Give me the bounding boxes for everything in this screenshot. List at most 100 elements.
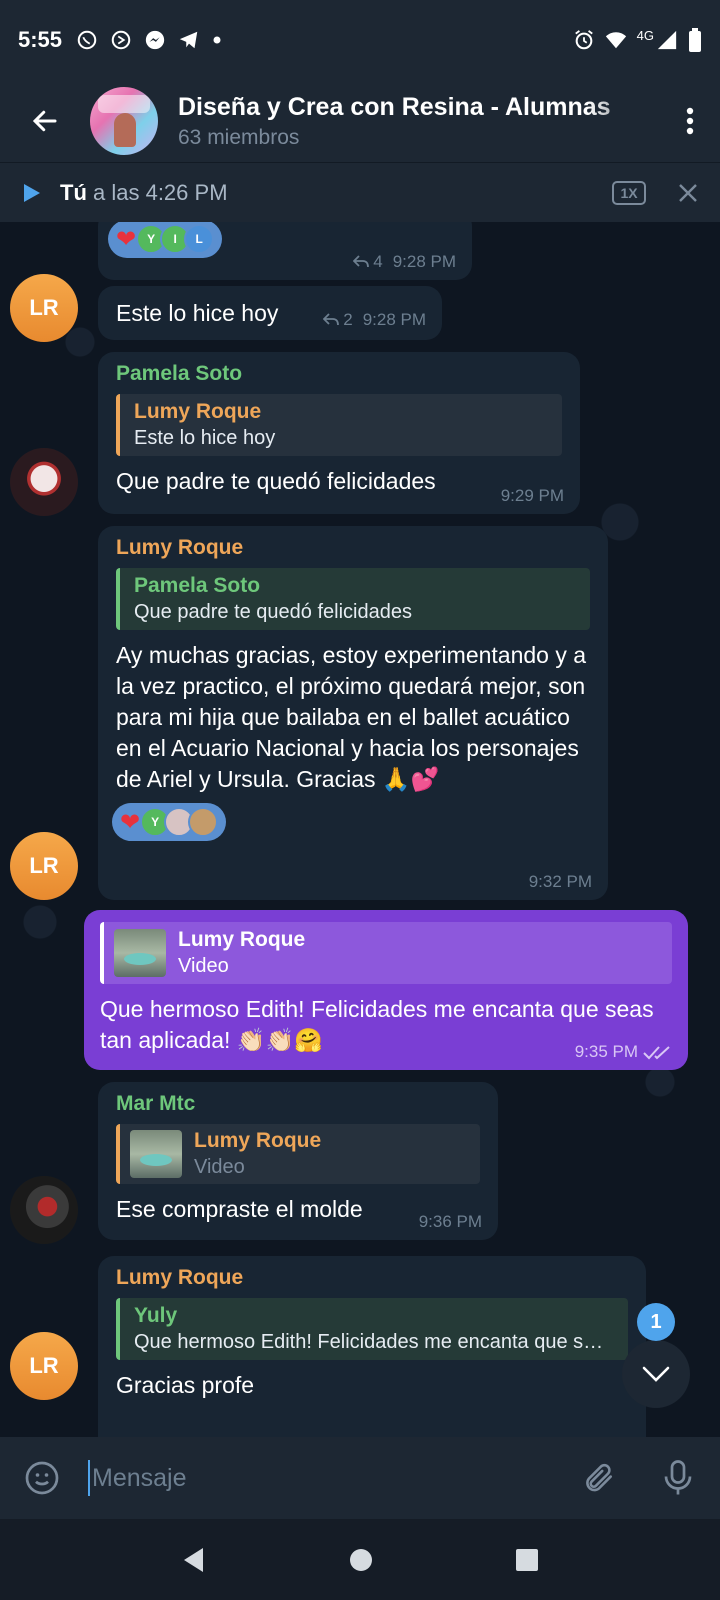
message-time: 9:32 PM: [528, 872, 592, 891]
message-list[interactable]: ❤ Y I L 4 9:28 PM LR Este lo hice hoy 2 …: [0, 222, 720, 1437]
wifi-icon: [605, 32, 626, 49]
dot-icon: [213, 36, 221, 44]
message-time: 9:35 PM: [574, 1042, 638, 1061]
reply-name: Pamela Soto: [134, 574, 261, 597]
play-icon[interactable]: [20, 182, 42, 204]
microphone-icon: [664, 1460, 692, 1495]
avatar[interactable]: [10, 448, 78, 516]
emoji-button[interactable]: [22, 1458, 62, 1498]
notification-icons: [76, 29, 222, 51]
member-count: 63 miembros: [178, 125, 300, 149]
reply-arrow-icon: [323, 313, 340, 326]
message-bubble[interactable]: Pamela Soto Lumy Roque Este lo hice hoy …: [98, 352, 580, 514]
messenger-icon: [145, 30, 165, 50]
emoji-icon: [25, 1461, 59, 1495]
video-thumbnail: [130, 1130, 182, 1178]
reply-text: Este lo hice hoy: [134, 427, 276, 449]
double-check-icon: [643, 1046, 670, 1060]
message-meta: 9:36 PM: [419, 1212, 482, 1232]
message-meta: 9:32 PM: [529, 872, 592, 892]
system-icons: 4G: [573, 28, 702, 52]
message-meta: 9:29 PM: [501, 486, 564, 506]
voice-record-button[interactable]: [658, 1458, 698, 1498]
telegram-icon: [179, 31, 198, 49]
message-bubble[interactable]: ❤ Y I L 4 9:28 PM: [98, 222, 472, 280]
reply-preview[interactable]: Lumy Roque Este lo hice hoy: [116, 394, 562, 456]
home-nav-icon[interactable]: [349, 1548, 373, 1572]
message-meta: 2 9:28 PM: [323, 310, 426, 330]
more-options-button[interactable]: [660, 80, 720, 162]
sender-name[interactable]: Pamela Soto: [116, 362, 562, 386]
avatar[interactable]: [10, 1176, 78, 1244]
reply-count: 2: [343, 310, 353, 329]
heart-reaction-icon: ❤: [120, 808, 141, 836]
message-bubble[interactable]: Mar Mtc Lumy Roque Video Ese compraste e…: [98, 1082, 498, 1240]
close-icon[interactable]: [676, 181, 700, 205]
message-bubble[interactable]: Este lo hice hoy 2 9:28 PM: [98, 286, 442, 340]
reply-preview[interactable]: Pamela Soto Que padre te quedó felicidad…: [116, 568, 590, 630]
alarm-icon: [574, 30, 593, 50]
heart-reaction-icon: ❤: [116, 225, 137, 253]
reply-text: Que padre te quedó felicidades: [134, 601, 412, 623]
scroll-down-button[interactable]: [622, 1340, 690, 1408]
whatsapp-icon: [77, 30, 97, 50]
message-composer[interactable]: [0, 1437, 720, 1519]
arrow-left-icon: [32, 110, 57, 132]
attach-button[interactable]: [578, 1458, 618, 1498]
group-avatar[interactable]: [90, 87, 158, 155]
message-bubble-outgoing[interactable]: Lumy Roque Video Que hermoso Edith! Feli…: [84, 910, 688, 1070]
reply-preview[interactable]: Lumy Roque Video: [100, 922, 672, 984]
reply-name: Lumy Roque: [194, 1129, 322, 1152]
reactions-bar[interactable]: ❤ Y I L: [108, 222, 223, 258]
reply-text: Video: [178, 955, 229, 977]
reply-text: Que hermoso Edith! Felicidades me encant…: [134, 1331, 614, 1353]
message-input[interactable]: [88, 1460, 578, 1496]
recents-nav-icon[interactable]: [515, 1548, 539, 1572]
avatar[interactable]: LR: [10, 1332, 78, 1400]
system-nav-bar: [0, 1519, 720, 1600]
video-thumbnail: [114, 929, 166, 977]
status-bar: 5:55 4G: [0, 0, 720, 80]
status-time: 5:55: [18, 27, 63, 52]
message-text: Que padre te quedó felicidades: [116, 468, 436, 494]
message-time: 9:28 PM: [362, 310, 426, 329]
message-text: Gracias profe: [116, 1372, 255, 1398]
playback-time: a las 4:26 PM: [86, 179, 228, 205]
sender-name[interactable]: Lumy Roque: [116, 1266, 628, 1290]
back-nav-icon[interactable]: [181, 1546, 207, 1574]
header-text[interactable]: Diseña y Crea con Resina - Alumnas 63 mi…: [178, 93, 660, 150]
app-icon: [111, 30, 131, 50]
reply-name: Yuly: [134, 1304, 178, 1327]
avatar[interactable]: LR: [10, 832, 78, 900]
playback-speed-button[interactable]: 1X: [612, 180, 646, 205]
sender-name[interactable]: Lumy Roque: [116, 536, 590, 560]
back-button[interactable]: [0, 80, 90, 162]
message-meta: 9:35 PM: [575, 1042, 672, 1062]
message-bubble[interactable]: Lumy Roque Yuly Que hermoso Edith! Felic…: [98, 1256, 646, 1437]
chat-title: Diseña y Crea con Resina - Alumnas: [178, 92, 611, 121]
sender-name[interactable]: Mar Mtc: [116, 1092, 480, 1116]
avatar[interactable]: LR: [10, 274, 78, 342]
reactions-bar[interactable]: ❤ Y: [112, 803, 227, 841]
message-text: Este lo hice hoy: [116, 300, 279, 326]
playback-author: Tú: [60, 179, 87, 205]
message-text: Ay muchas gracias, estoy experimentando …: [116, 642, 587, 792]
paperclip-icon: [586, 1463, 613, 1492]
battery-icon: [689, 28, 701, 52]
unread-badge: 1: [637, 1303, 675, 1341]
chat-header[interactable]: Diseña y Crea con Resina - Alumnas 63 mi…: [0, 80, 720, 162]
message-time: 9:29 PM: [500, 486, 564, 505]
reply-name: Lumy Roque: [178, 928, 306, 951]
reply-name: Lumy Roque: [134, 400, 262, 423]
reply-preview[interactable]: Yuly Que hermoso Edith! Felicidades me e…: [116, 1298, 628, 1360]
signal-icon: [657, 30, 677, 50]
reply-count: 4: [373, 252, 383, 271]
audio-playback-bar[interactable]: Tú a las 4:26 PM 1X: [0, 162, 720, 222]
playback-info: Tú a las 4:26 PM: [60, 180, 228, 206]
message-time: 9:28 PM: [392, 252, 456, 271]
message-bubble[interactable]: Lumy Roque Pamela Soto Que padre te qued…: [98, 526, 608, 900]
reply-preview[interactable]: Lumy Roque Video: [116, 1124, 480, 1184]
reply-arrow-icon: [353, 255, 370, 268]
reaction-avatar: L: [184, 224, 215, 254]
more-vertical-icon: [686, 107, 694, 135]
